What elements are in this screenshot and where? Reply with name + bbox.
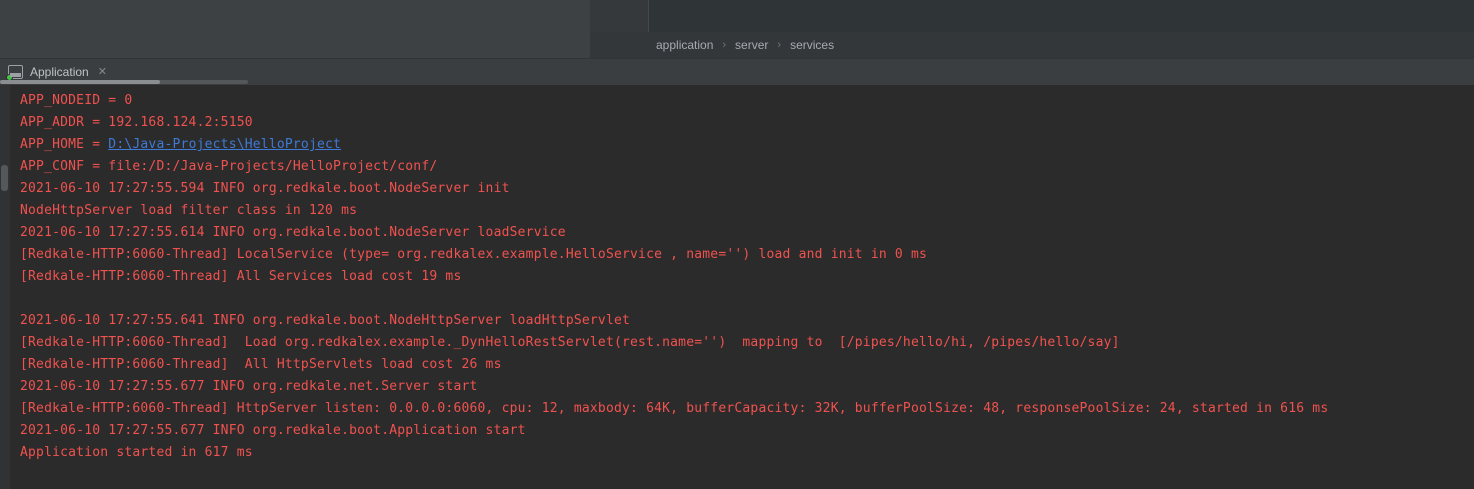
chevron-right-icon: › xyxy=(722,39,726,51)
console-output: APP_NODEID = 0 APP_ADDR = 192.168.124.2:… xyxy=(20,90,1474,464)
breadcrumb-item-services[interactable]: services xyxy=(790,38,834,52)
console-log-line: APP_ADDR = 192.168.124.2:5150 xyxy=(20,112,1474,134)
console-run-icon xyxy=(8,65,23,79)
close-icon[interactable]: ✕ xyxy=(98,65,107,78)
console-log-line: 2021-06-10 17:27:55.641 INFO org.redkale… xyxy=(20,310,1474,332)
editor-tab-strip-segment xyxy=(590,0,648,32)
tool-window-header-panel xyxy=(0,0,590,58)
console-log-line: Application started in 617 ms xyxy=(20,442,1474,464)
breadcrumb-item-server[interactable]: server xyxy=(735,38,768,52)
tab-bar-scroll-track xyxy=(0,80,248,84)
console-log-line: 2021-06-10 17:27:55.594 INFO org.redkale… xyxy=(20,178,1474,200)
console-log-line: 2021-06-10 17:27:55.677 INFO org.redkale… xyxy=(20,420,1474,442)
console-log-line: APP_HOME = D:\Java-Projects\HelloProject xyxy=(20,134,1474,156)
console-log-line: [Redkale-HTTP:6060-Thread] LocalService … xyxy=(20,244,1474,266)
console-log-line: [Redkale-HTTP:6060-Thread] Load org.redk… xyxy=(20,332,1474,354)
tab-application[interactable]: Application ✕ xyxy=(4,61,111,82)
console-left-gutter xyxy=(0,85,10,489)
run-tool-window-tab-bar: Application ✕ xyxy=(0,58,1474,85)
console-log-line xyxy=(20,288,1474,310)
console-log-line: [Redkale-HTTP:6060-Thread] All HttpServl… xyxy=(20,354,1474,376)
tab-application-label: Application xyxy=(30,65,89,79)
console-log-line: APP_CONF = file:/D:/Java-Projects/HelloP… xyxy=(20,156,1474,178)
console-scrollbar-thumb[interactable] xyxy=(1,165,8,191)
breadcrumb: application › server › services xyxy=(590,32,1474,58)
editor-tab-divider xyxy=(648,0,649,32)
chevron-right-icon: › xyxy=(777,39,781,51)
console-log-line: 2021-06-10 17:27:55.677 INFO org.redkale… xyxy=(20,376,1474,398)
tab-bar-scrollbar-thumb[interactable] xyxy=(0,80,160,84)
console-log-line-prefix: APP_HOME = xyxy=(20,137,108,152)
editor-tab-strip xyxy=(590,0,1474,32)
console-log-line: NodeHttpServer load filter class in 120 … xyxy=(20,200,1474,222)
file-path-hyperlink[interactable]: D:\Java-Projects\HelloProject xyxy=(108,137,341,152)
console-log-line: 2021-06-10 17:27:55.614 INFO org.redkale… xyxy=(20,222,1474,244)
console-log-line: [Redkale-HTTP:6060-Thread] All Services … xyxy=(20,266,1474,288)
console-log-line: [Redkale-HTTP:6060-Thread] HttpServer li… xyxy=(20,398,1474,420)
run-console: APP_NODEID = 0 APP_ADDR = 192.168.124.2:… xyxy=(0,85,1474,489)
breadcrumb-item-application[interactable]: application xyxy=(656,38,713,52)
console-log-line: APP_NODEID = 0 xyxy=(20,90,1474,112)
